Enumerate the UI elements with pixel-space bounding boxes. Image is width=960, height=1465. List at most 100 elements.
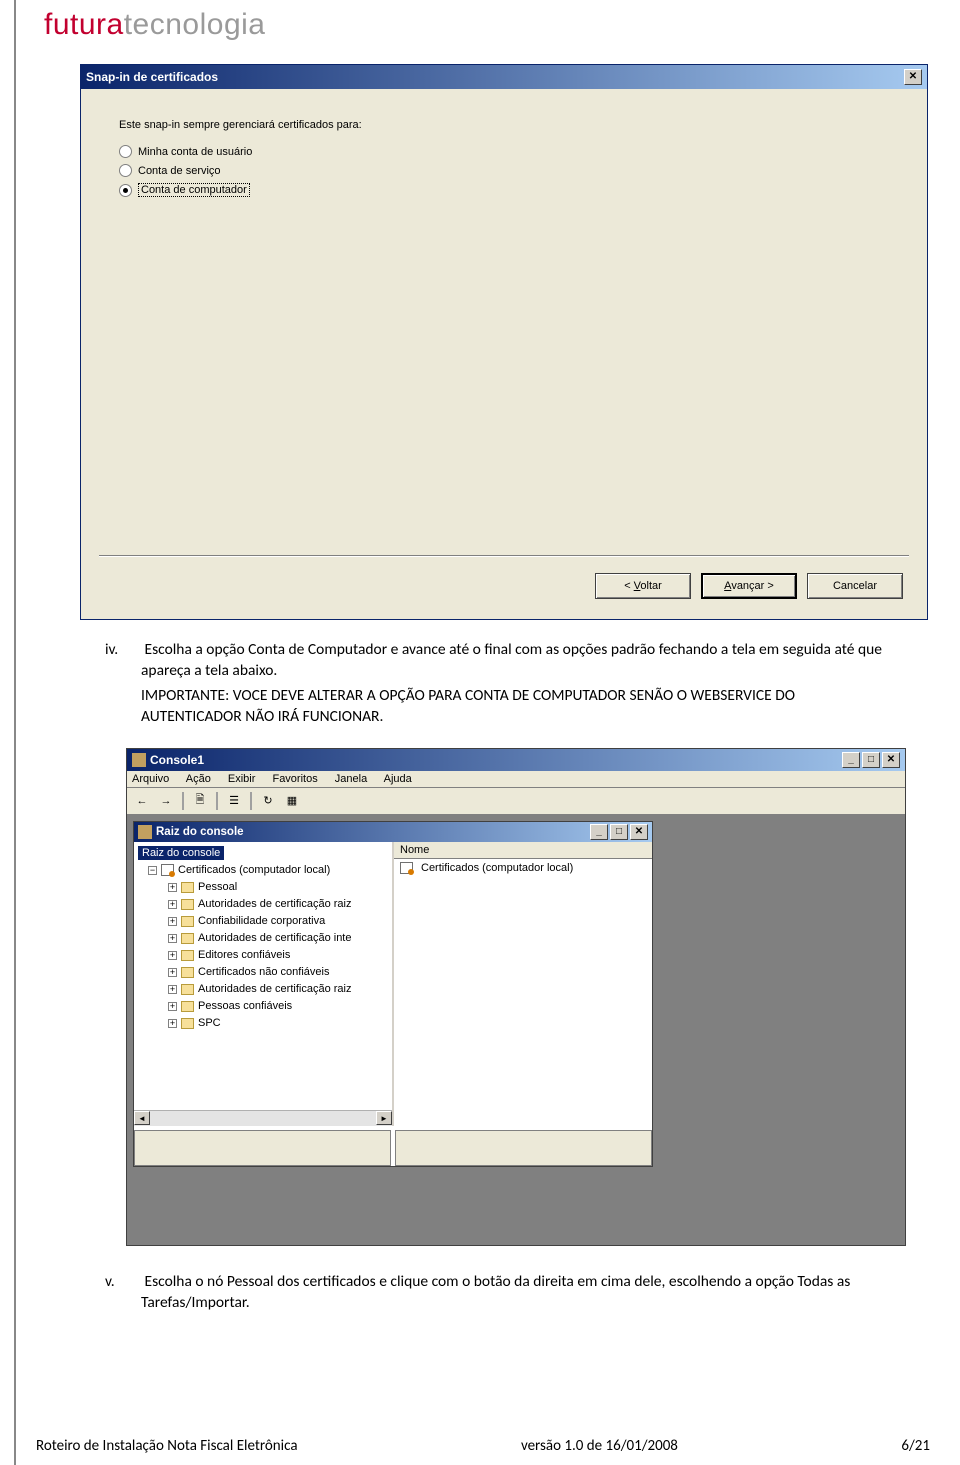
toolbar-separator [216,792,218,810]
scroll-right-icon[interactable]: ► [376,1111,392,1125]
tree-item[interactable]: +SPC [134,1015,392,1032]
list-pane: Nome Certificados (computador local) [394,842,652,1126]
tree-expand-icon[interactable]: + [168,1002,177,1011]
footer-doc-title: Roteiro de Instalação Nota Fiscal Eletrô… [36,1437,298,1455]
folder-icon [181,967,194,978]
list-marker-v: v. [105,1272,133,1293]
toolbar-refresh-icon[interactable]: ↻ [258,791,278,811]
list-body: Certificados (computador local) [394,859,652,1126]
tree-item[interactable]: +Autoridades de certificação raiz [134,896,392,913]
toolbar-up-icon[interactable]: 🗎 [190,791,210,811]
mmc-console-screenshot: Console1 _ □ ✕ Arquivo Ação Exibir Favor… [126,748,906,1246]
radio-option-user-account[interactable]: Minha conta de usuário [119,145,889,158]
menu-exibir[interactable]: Exibir [228,773,256,785]
radio-icon [119,184,132,197]
list-item[interactable]: Certificados (computador local) [400,862,646,874]
toolbar-back-icon[interactable]: ← [132,791,152,811]
dialog-prompt: Este snap-in sempre gerenciará certifica… [119,119,889,131]
tree-expand-icon[interactable]: + [168,1019,177,1028]
mmc-child-window: Raiz do console _ □ ✕ Raiz do console [133,821,653,1167]
menu-favoritos[interactable]: Favoritos [272,773,317,785]
radio-label: Minha conta de usuário [138,146,252,158]
mmc-child-title-text: Raiz do console [156,826,244,838]
instruction-iv: iv. Escolha a opção Conta de Computador … [141,640,890,728]
menu-arquivo[interactable]: Arquivo [132,773,169,785]
brand-logo: futuratecnologia [26,0,960,64]
menu-janela[interactable]: Janela [335,773,367,785]
radio-option-service-account[interactable]: Conta de serviço [119,164,889,177]
cancel-button[interactable]: Cancelar [807,573,903,599]
tree-item[interactable]: +Confiabilidade corporativa [134,913,392,930]
radio-icon [119,145,132,158]
folder-icon [181,1001,194,1012]
close-icon[interactable]: ✕ [882,752,900,768]
radio-option-computer-account[interactable]: Conta de computador [119,183,889,197]
toolbar-forward-icon[interactable]: → [156,791,176,811]
horizontal-scrollbar[interactable]: ◄ ► [134,1110,392,1126]
tree-item-pessoal[interactable]: +Pessoal [134,879,392,896]
dialog-titlebar: Snap-in de certificados ✕ [81,65,927,89]
tree-expand-icon[interactable]: + [168,900,177,909]
next-button[interactable]: Avançar > [701,573,797,599]
tree-item-certificados[interactable]: − Certificados (computador local) [134,862,392,879]
minimize-icon[interactable]: _ [590,824,608,840]
toolbar-separator [182,792,184,810]
tree-item[interactable]: +Pessoas confiáveis [134,998,392,1015]
tree-expand-icon[interactable]: + [168,917,177,926]
tree-root-item[interactable]: Raiz do console [134,844,392,862]
close-icon[interactable]: ✕ [904,69,922,85]
document-page: futuratecnologia Snap-in de certificados… [14,0,960,1465]
tree-expand-icon[interactable]: + [168,968,177,977]
radio-label: Conta de serviço [138,165,221,177]
folder-icon [181,984,194,995]
console-icon [132,753,146,767]
radio-icon [119,164,132,177]
folder-icon [181,933,194,944]
footer-page-number: 6/21 [901,1437,930,1455]
tree-expand-icon[interactable]: + [168,951,177,960]
logo-part-1: futura [44,8,124,41]
folder-icon [181,1018,194,1029]
maximize-icon[interactable]: □ [862,752,880,768]
menu-acao[interactable]: Ação [186,773,211,785]
mmc-child-body: Raiz do console − Certificados (computad… [134,842,652,1126]
mmc-mdi-area: Raiz do console _ □ ✕ Raiz do console [127,815,905,1245]
dialog-snapin: Snap-in de certificados ✕ Este snap-in s… [80,64,928,620]
folder-icon [181,916,194,927]
maximize-icon[interactable]: □ [610,824,628,840]
mmc-titlebar: Console1 _ □ ✕ [127,749,905,771]
tree-item[interactable]: +Autoridades de certificação inte [134,930,392,947]
tree-expand-icon[interactable]: + [168,934,177,943]
mmc-title-text: Console1 [150,753,204,767]
status-box [395,1130,652,1166]
scroll-left-icon[interactable]: ◄ [134,1111,150,1125]
instruction-iv-warning: IMPORTANTE: VOCE DEVE ALTERAR A OPÇÃO PA… [141,686,890,728]
menu-ajuda[interactable]: Ajuda [384,773,412,785]
tree-item[interactable]: +Autoridades de certificação raiz [134,981,392,998]
tree-item[interactable]: +Editores confiáveis [134,947,392,964]
close-icon[interactable]: ✕ [630,824,648,840]
tree-pane: Raiz do console − Certificados (computad… [134,842,394,1126]
certificate-icon [161,864,174,876]
tree-item[interactable]: +Certificados não confiáveis [134,964,392,981]
logo-part-2: tecnologia [124,8,266,41]
folder-icon [181,899,194,910]
dialog-button-row: < Voltar Avançar > Cancelar [595,573,903,599]
mmc-child-titlebar: Raiz do console _ □ ✕ [134,822,652,842]
toolbar-properties-icon[interactable]: ☰ [224,791,244,811]
instruction-v: v. Escolha o nó Pessoal dos certificados… [141,1272,890,1314]
toolbar-export-icon[interactable]: ▦ [282,791,302,811]
mmc-toolbar: ← → 🗎 ☰ ↻ ▦ [127,788,905,815]
tree-expand-icon[interactable]: + [168,985,177,994]
status-box [134,1130,391,1166]
dialog-body: Este snap-in sempre gerenciará certifica… [81,89,927,619]
minimize-icon[interactable]: _ [842,752,860,768]
list-column-header[interactable]: Nome [394,842,652,859]
tree-expand-icon[interactable]: + [168,883,177,892]
certificate-icon [400,862,413,874]
back-button[interactable]: < Voltar [595,573,691,599]
dialog-title-text: Snap-in de certificados [86,70,218,84]
tree-collapse-icon[interactable]: − [148,866,157,875]
mmc-child-statusbar [134,1130,652,1166]
folder-icon [181,882,194,893]
